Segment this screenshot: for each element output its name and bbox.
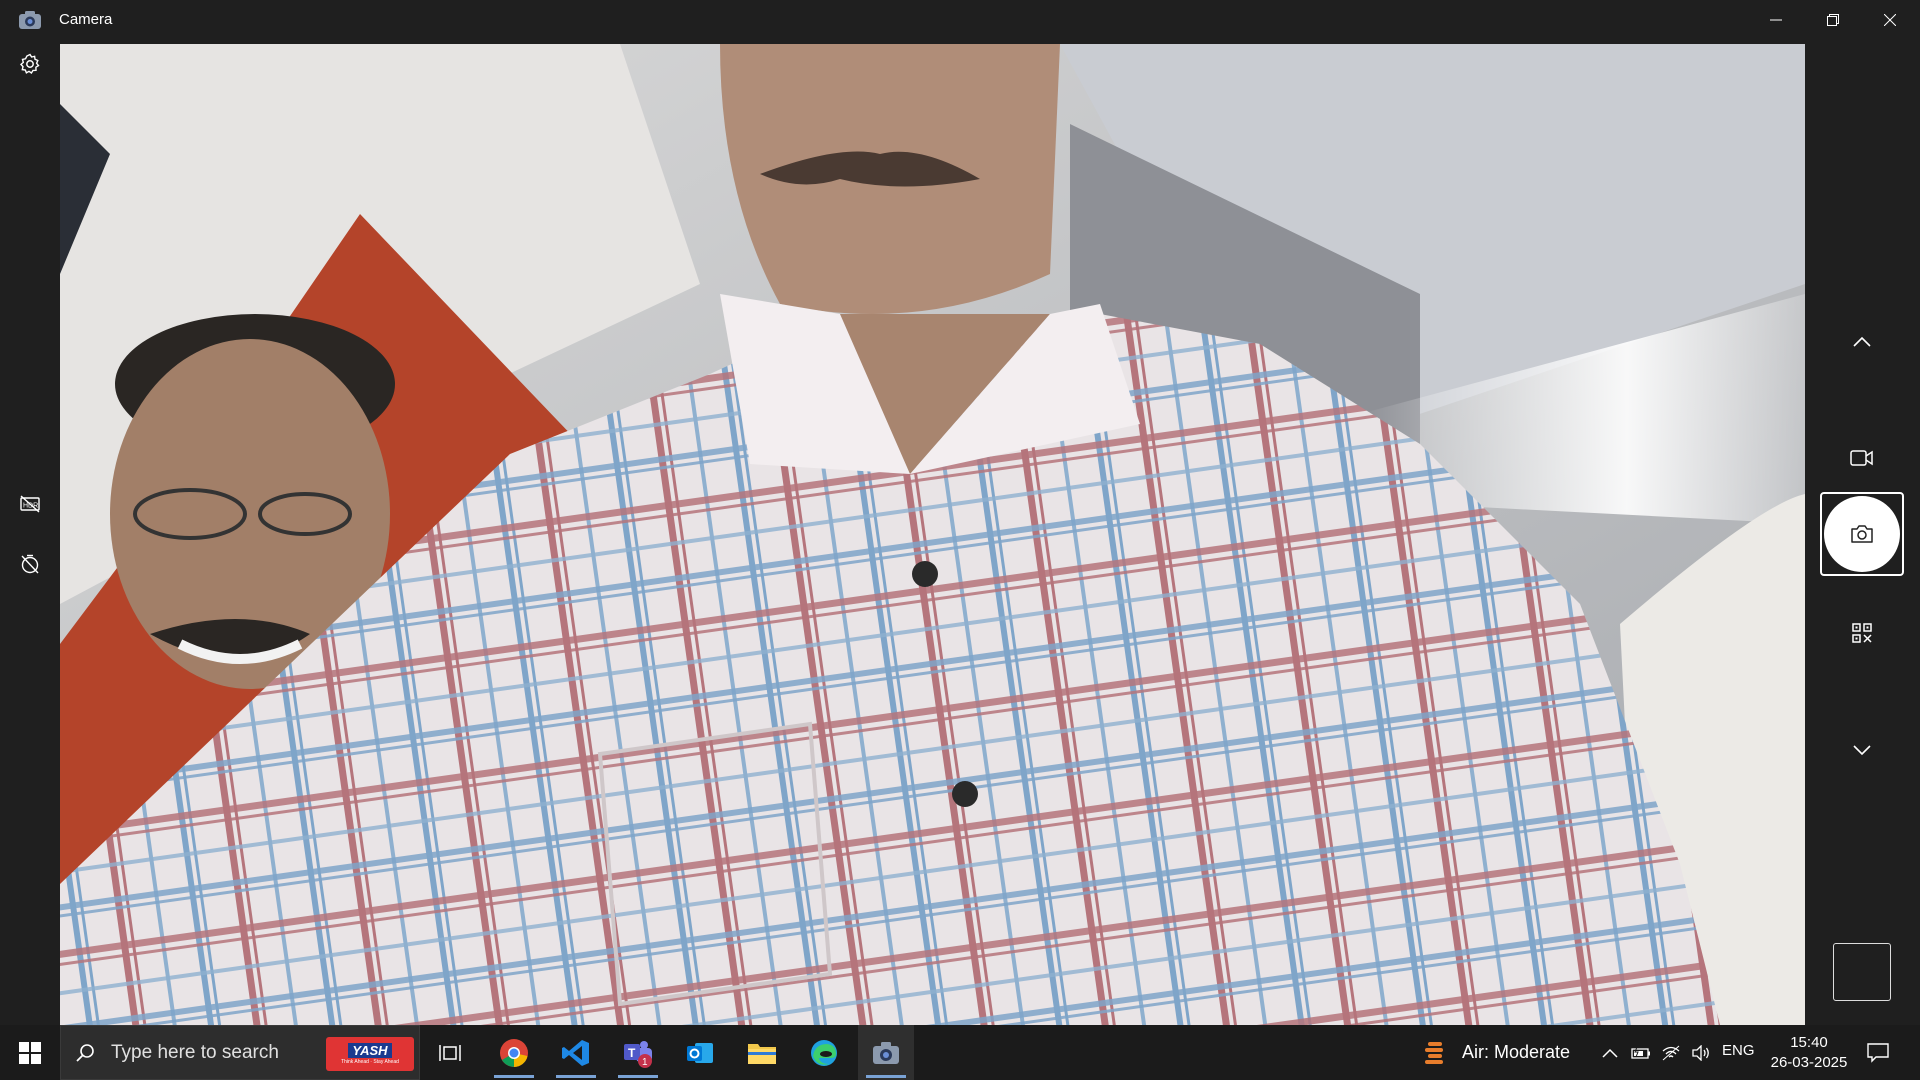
minimize-icon xyxy=(1770,19,1782,21)
wifi-icon xyxy=(1662,1045,1680,1060)
chrome-running-indicator xyxy=(494,1075,534,1078)
taskbar-search-box[interactable]: Type here to search YASH Think Ahead · S… xyxy=(60,1025,420,1080)
outlook-icon xyxy=(687,1042,713,1063)
chevron-up-icon xyxy=(1853,336,1871,347)
video-mode-icon xyxy=(1850,450,1873,466)
chevron-up-icon xyxy=(1602,1048,1618,1058)
chevron-down-icon xyxy=(1853,745,1871,756)
timer-off-icon xyxy=(21,554,39,574)
minimize-button[interactable] xyxy=(1748,0,1804,40)
search-placeholder: Type here to search xyxy=(111,1041,279,1063)
battery-icon xyxy=(1631,1046,1650,1059)
show-hidden-icons-button[interactable] xyxy=(1598,1025,1622,1080)
start-button[interactable] xyxy=(0,1025,60,1080)
notifications-button[interactable] xyxy=(1864,1039,1892,1067)
take-photo-frame xyxy=(1820,492,1904,576)
close-icon xyxy=(1884,14,1896,26)
vscode-icon xyxy=(562,1039,589,1066)
title-bar: Camera xyxy=(0,0,1920,40)
restore-button[interactable] xyxy=(1805,0,1861,40)
file-explorer-icon xyxy=(748,1043,776,1064)
search-icon xyxy=(76,1043,94,1062)
taskbar-app-outlook[interactable] xyxy=(672,1025,728,1080)
taskbar-clock[interactable]: 15:40 26-03-2025 xyxy=(1760,1033,1858,1073)
camera-icon xyxy=(873,1041,899,1064)
close-button[interactable] xyxy=(1862,0,1918,40)
right-toolbar xyxy=(1805,40,1920,1025)
battery-button[interactable] xyxy=(1628,1025,1654,1080)
camera-roll-thumbnail[interactable] xyxy=(1833,943,1891,1001)
settings-button[interactable] xyxy=(14,48,46,80)
volume-icon xyxy=(1692,1044,1709,1061)
timer-button[interactable] xyxy=(14,548,46,580)
yash-logo-tagline: Think Ahead · Stay Ahead xyxy=(341,1059,399,1065)
window-title: Camera xyxy=(59,11,113,28)
svg-text:T: T xyxy=(628,1046,636,1060)
notification-icon xyxy=(1867,1043,1889,1063)
vscode-running-indicator xyxy=(556,1075,596,1078)
air-quality-icon xyxy=(1425,1041,1443,1064)
left-toolbar: HDR xyxy=(0,40,60,1025)
task-view-icon xyxy=(439,1044,461,1061)
settings-icon xyxy=(20,53,40,75)
clock-time: 15:40 xyxy=(1790,1034,1828,1051)
scroll-modes-up-button[interactable] xyxy=(1842,322,1882,362)
edge-icon xyxy=(811,1039,837,1066)
teams-icon: T 1 xyxy=(624,1040,652,1068)
camera-active-indicator xyxy=(866,1075,906,1078)
taskbar-app-camera[interactable] xyxy=(858,1025,914,1080)
taskbar-app-teams[interactable]: T 1 xyxy=(610,1025,666,1080)
input-language-indicator[interactable]: ENG xyxy=(1722,1042,1755,1059)
teams-badge-count: 1 xyxy=(642,1057,648,1068)
yash-logo-text: YASH xyxy=(348,1043,392,1058)
taskbar-app-file-explorer[interactable] xyxy=(734,1025,790,1080)
qr-scan-icon xyxy=(1852,623,1872,643)
camera-app-icon xyxy=(19,11,41,29)
qr-scan-mode-button[interactable] xyxy=(1842,613,1882,653)
taskbar: Type here to search YASH Think Ahead · S… xyxy=(0,1025,1920,1080)
search-highlight-logo: YASH Think Ahead · Stay Ahead xyxy=(326,1037,414,1071)
task-view-button[interactable] xyxy=(422,1025,478,1080)
camera-preview-image xyxy=(60,44,1805,1025)
restore-icon xyxy=(1827,14,1839,26)
video-mode-button[interactable] xyxy=(1842,438,1882,478)
taskbar-app-vscode[interactable] xyxy=(548,1025,604,1080)
hdr-toggle-button[interactable]: HDR xyxy=(14,488,46,520)
camera-preview[interactable] xyxy=(60,44,1805,1025)
volume-button[interactable] xyxy=(1688,1025,1714,1080)
windows-logo-icon xyxy=(19,1041,41,1064)
weather-widget[interactable]: Air: Moderate xyxy=(1420,1025,1570,1080)
teams-running-indicator xyxy=(618,1075,658,1078)
hdr-off-icon: HDR xyxy=(20,495,40,513)
network-button[interactable] xyxy=(1658,1025,1684,1080)
taskbar-app-edge[interactable] xyxy=(796,1025,852,1080)
photo-capture-icon xyxy=(1851,525,1873,543)
clock-date: 26-03-2025 xyxy=(1770,1054,1848,1071)
taskbar-app-chrome[interactable] xyxy=(486,1025,542,1080)
chrome-icon xyxy=(500,1038,528,1067)
scroll-modes-down-button[interactable] xyxy=(1842,730,1882,770)
take-photo-button[interactable] xyxy=(1824,496,1900,572)
weather-text: Air: Moderate xyxy=(1462,1042,1571,1062)
